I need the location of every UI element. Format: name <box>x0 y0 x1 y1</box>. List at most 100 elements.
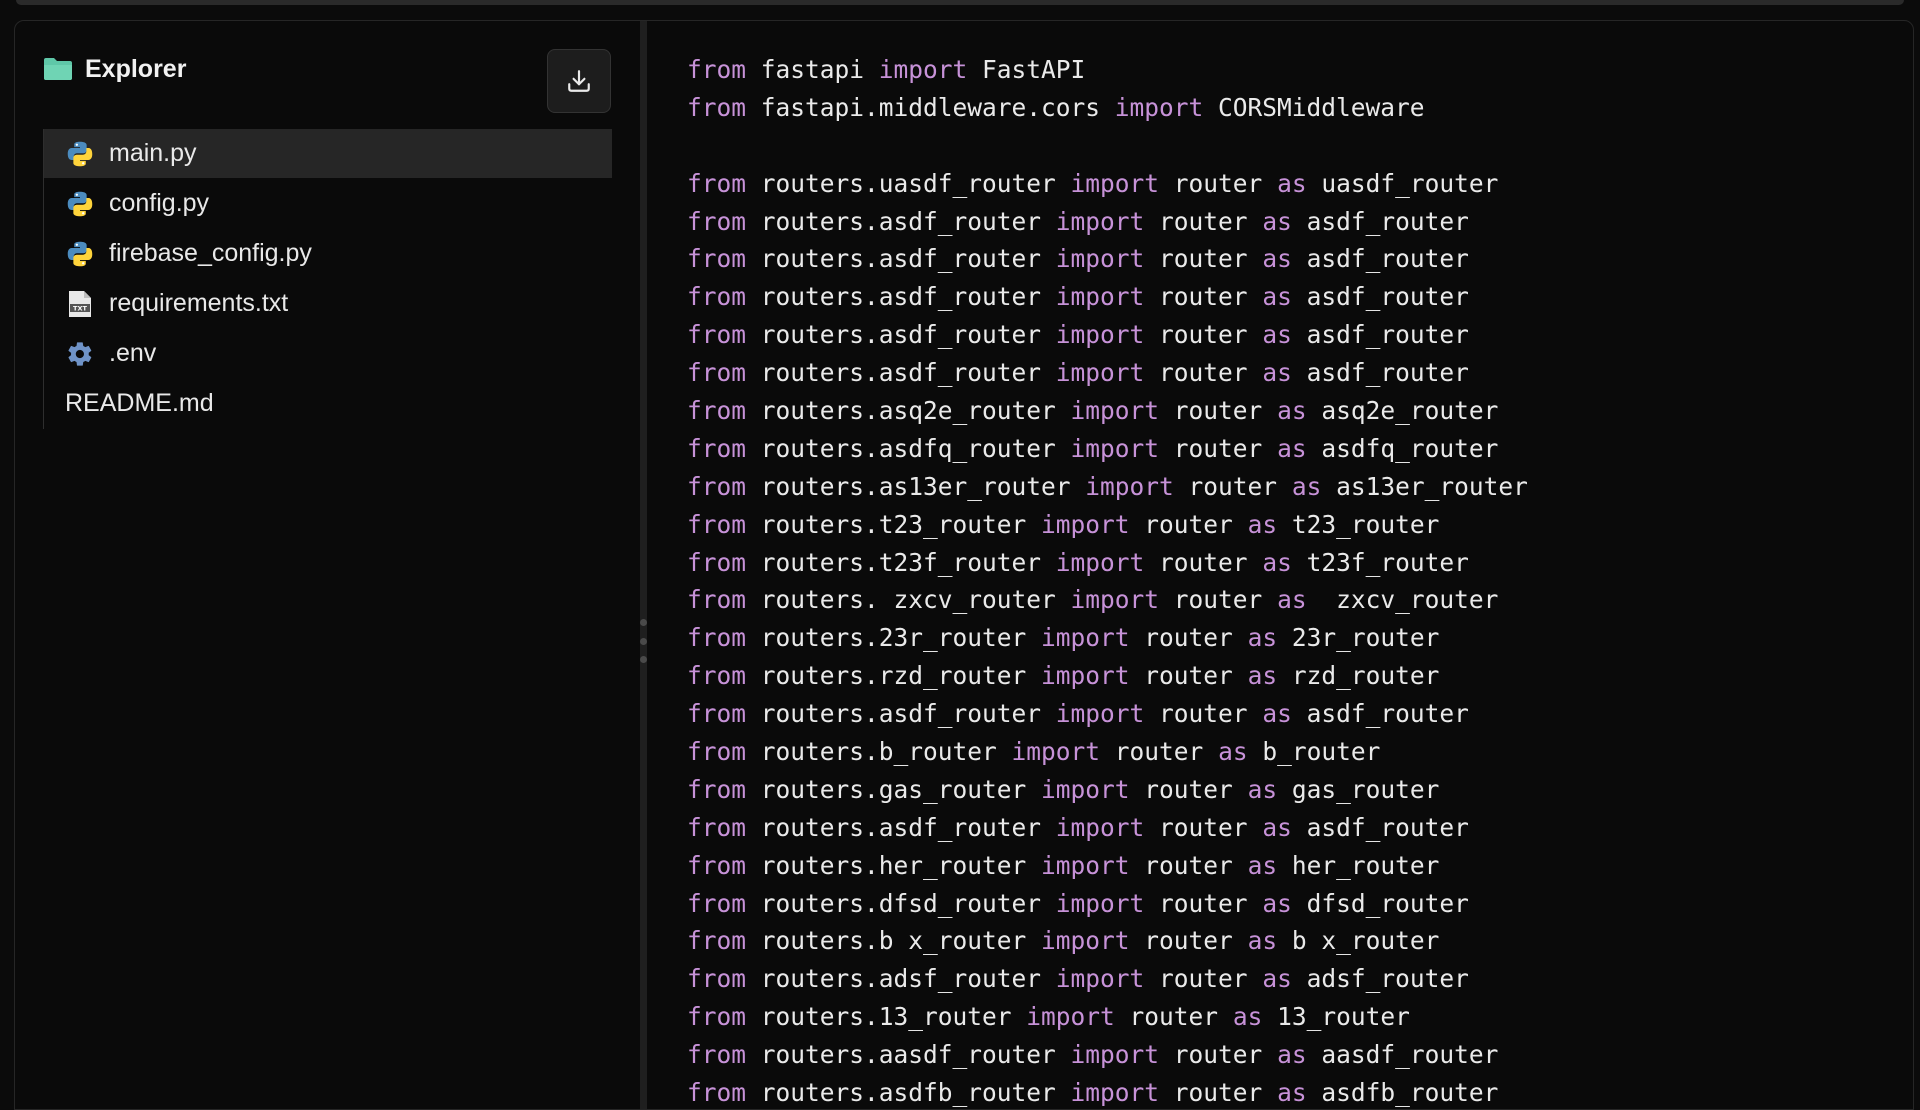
code-token: b x_router <box>1277 926 1440 956</box>
code-token: t23f_router <box>1291 547 1469 577</box>
code-keyword: from <box>687 358 747 388</box>
code-token: asdf_router <box>1291 812 1469 842</box>
code-token: routers.asdfb_router <box>746 1078 1071 1108</box>
code-token: routers.asq2e_router <box>746 396 1071 426</box>
code-token: routers.asdfq_router <box>746 433 1071 463</box>
code-token: routers.t23_router <box>746 509 1042 539</box>
code-token: uasdf_router <box>1306 168 1499 198</box>
code-token: her_router <box>1277 850 1440 880</box>
code-line: from routers.her_router import router as… <box>687 847 1913 885</box>
code-token: asdfq_router <box>1306 433 1499 463</box>
code-token: asq2e_router <box>1306 396 1499 426</box>
code-keyword: from <box>687 623 747 653</box>
code-keyword: as <box>1262 964 1292 994</box>
file-item[interactable]: firebase_config.py <box>44 229 612 278</box>
code-keyword: import <box>1011 737 1101 767</box>
code-line: from routers.asdf_router import router a… <box>687 695 1913 733</box>
code-token: router <box>1144 888 1263 918</box>
code-keyword: import <box>1055 699 1145 729</box>
code-token: router <box>1144 206 1263 236</box>
file-item[interactable]: main.py <box>44 129 612 178</box>
code-keyword: from <box>687 699 747 729</box>
code-keyword: as <box>1247 926 1278 956</box>
code-keyword: as <box>1262 699 1292 729</box>
code-token: router <box>1144 699 1263 729</box>
code-keyword: as <box>1232 1002 1263 1032</box>
explorer-header: Explorer <box>43 49 186 89</box>
code-editor[interactable]: from fastapi import FastAPI from fastapi.… <box>647 21 1913 1109</box>
file-item[interactable]: README.md <box>44 379 612 428</box>
code-token: routers.asdf_router <box>746 282 1056 312</box>
code-token: routers.b_router <box>746 737 1012 767</box>
file-item[interactable]: .env <box>44 329 612 378</box>
code-token: adsf_router <box>1291 964 1469 994</box>
code-keyword: import <box>1055 547 1145 577</box>
code-keyword: as <box>1262 888 1292 918</box>
code-token: router <box>1144 812 1263 842</box>
file-name: firebase_config.py <box>109 239 312 267</box>
code-token: 13_router <box>1262 1002 1410 1032</box>
code-token: b_router <box>1247 737 1381 767</box>
file-name: README.md <box>65 389 214 417</box>
code-keyword: from <box>687 585 747 615</box>
code-keyword: as <box>1277 585 1307 615</box>
code-token: routers.adsf_router <box>746 964 1056 994</box>
code-keyword: from <box>687 1040 747 1070</box>
code-keyword: from <box>687 282 747 312</box>
code-keyword: import <box>1055 282 1145 312</box>
python-icon <box>65 189 95 219</box>
code-token: routers.rzd_router <box>746 661 1042 691</box>
code-line: from routers.asdf_router import router a… <box>687 240 1913 278</box>
code-keyword: as <box>1262 812 1292 842</box>
code-token: zxcv_router <box>1306 585 1499 615</box>
code-keyword: import <box>1026 1002 1115 1032</box>
code-keyword: from <box>687 168 747 198</box>
code-token: routers.her_router <box>746 850 1042 880</box>
file-item[interactable]: config.py <box>44 179 612 228</box>
code-token: asdf_router <box>1291 282 1469 312</box>
code-token: fastapi <box>746 55 879 84</box>
code-line: from routers.13_router import router as … <box>687 998 1913 1036</box>
code-token: router <box>1144 282 1263 312</box>
code-keyword: import <box>1114 92 1204 122</box>
file-list: main.py config.py firebase_config.py TXT… <box>43 129 612 429</box>
folder-icon <box>43 57 73 81</box>
code-token: fastapi.middleware.cors <box>746 92 1115 122</box>
code-token: router <box>1144 244 1263 274</box>
code-token: asdf_router <box>1291 244 1469 274</box>
file-name: requirements.txt <box>109 289 289 317</box>
python-icon <box>65 139 95 169</box>
code-keyword: import <box>1055 888 1145 918</box>
code-keyword: as <box>1277 433 1307 463</box>
code-keyword: as <box>1277 1078 1307 1108</box>
code-line: from fastapi.middleware.cors import CORS… <box>687 89 1913 127</box>
code-token: asdf_router <box>1291 320 1469 350</box>
file-name: .env <box>109 339 157 367</box>
code-line: from routers.23r_router import router as… <box>687 619 1913 657</box>
code-token: FastAPI <box>967 55 1086 84</box>
code-line: from routers.asdfq_router import router … <box>687 430 1913 468</box>
code-line: from routers.aasdf_router import router … <box>687 1036 1913 1074</box>
code-keyword: as <box>1277 168 1307 198</box>
code-token: rzd_router <box>1277 661 1440 691</box>
code-keyword: as <box>1277 396 1307 426</box>
panel-splitter[interactable] <box>640 21 647 1109</box>
code-token: router <box>1129 509 1248 539</box>
code-line: from routers.dfsd_router import router a… <box>687 885 1913 923</box>
code-keyword: import <box>1070 1040 1160 1070</box>
code-line: from routers.asdf_router import router a… <box>687 203 1913 241</box>
code-token: router <box>1159 433 1278 463</box>
code-line: from routers.b_router import router as b… <box>687 733 1913 771</box>
code-keyword: import <box>1070 585 1160 615</box>
svg-text:TXT: TXT <box>73 304 87 312</box>
code-keyword: import <box>1041 850 1130 880</box>
code-token: router <box>1159 396 1278 426</box>
code-token: router <box>1129 926 1248 956</box>
file-item[interactable]: TXT requirements.txt <box>44 279 612 328</box>
code-keyword: as <box>1277 1040 1307 1070</box>
code-token: routers.asdf_router <box>746 320 1056 350</box>
code-keyword: import <box>1041 623 1130 653</box>
download-button[interactable] <box>547 49 611 113</box>
code-token: router <box>1114 1002 1233 1032</box>
code-token: t23_router <box>1277 509 1440 539</box>
